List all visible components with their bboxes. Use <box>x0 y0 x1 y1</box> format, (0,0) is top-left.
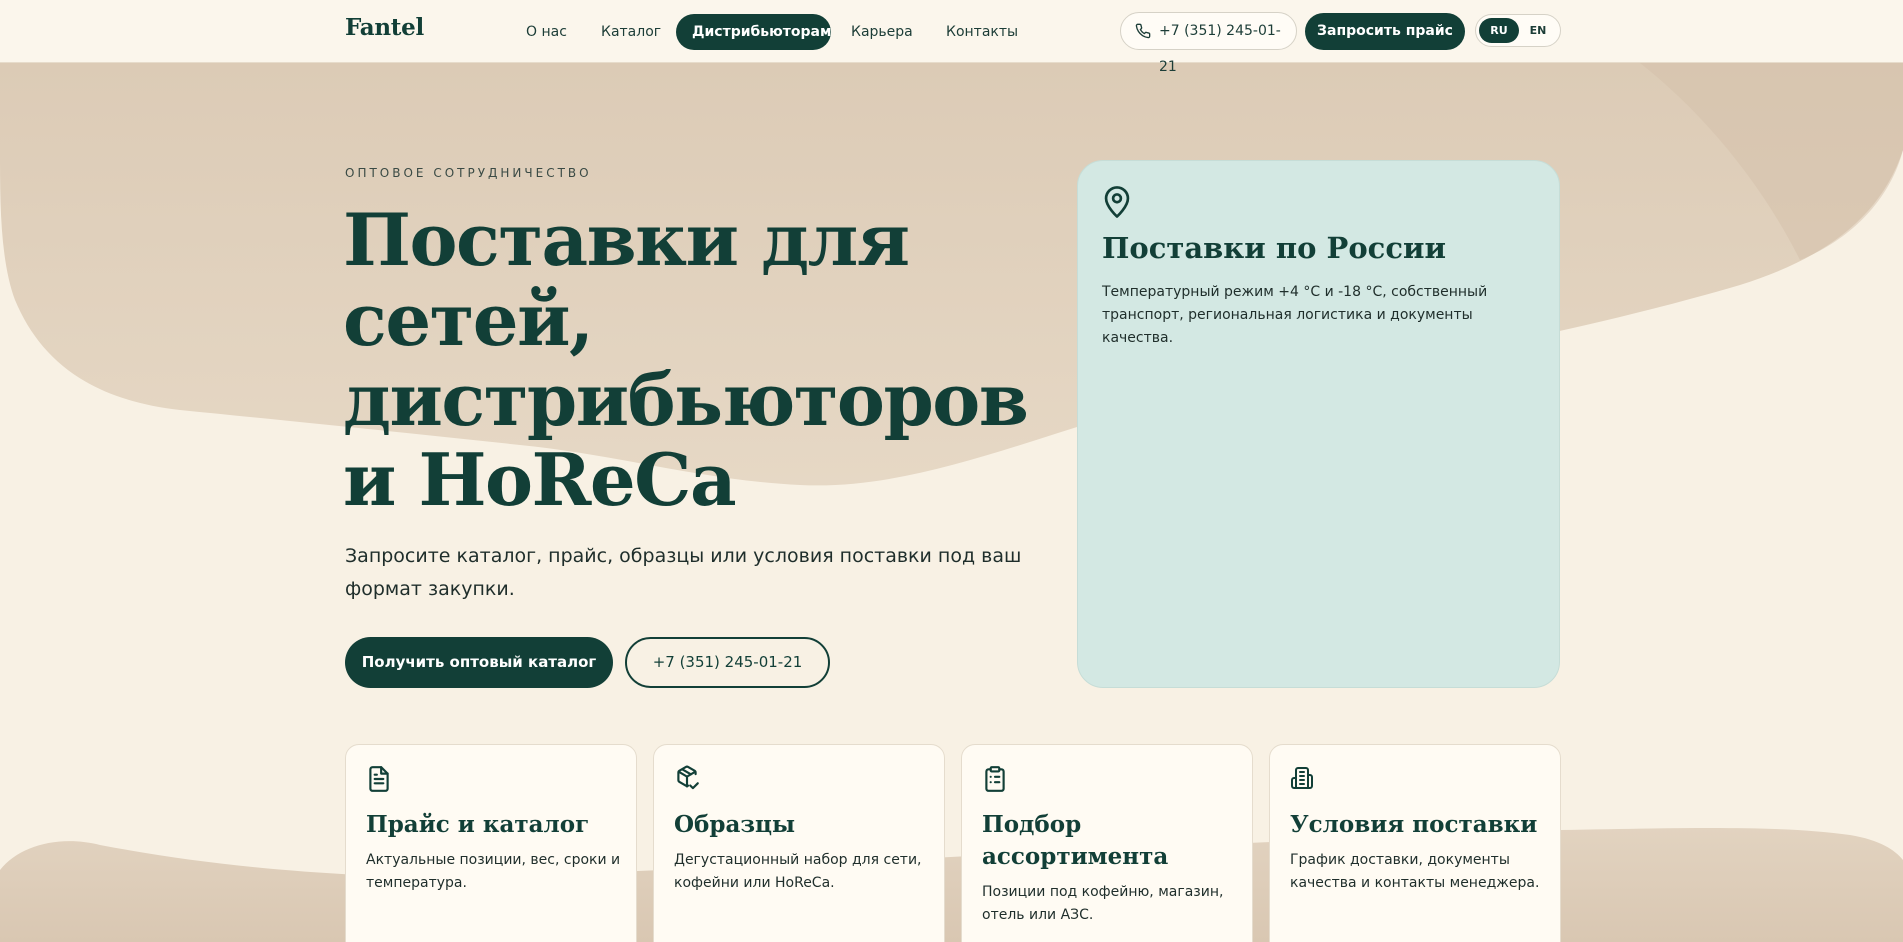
document-icon <box>369 766 389 792</box>
delivery-card: Поставки по России Температурный режим +… <box>1077 160 1560 688</box>
package-check-icon <box>677 765 699 790</box>
hero-title: Поставки для сетей, дистрибьюторов и HoR… <box>343 200 1083 520</box>
feature-text: График доставки, документы качества и ко… <box>1290 852 1540 891</box>
language-switch: RU EN <box>1475 14 1561 47</box>
feature-card-terms[interactable]: Условия поставки График доставки, докуме… <box>1269 744 1561 942</box>
feature-card-price[interactable]: Прайс и каталог Актуальные позиции, вес,… <box>345 744 637 942</box>
hero-subtitle: Запросите каталог, прайс, образцы или ус… <box>345 545 1022 600</box>
phone-icon <box>1135 23 1151 39</box>
nav-item-about[interactable]: О нас <box>510 14 583 50</box>
feature-text: Позиции под кофейню, магазин, отель или … <box>982 884 1224 923</box>
nav-item-contacts[interactable]: Контакты <box>930 14 1034 50</box>
logo[interactable]: Fantel <box>345 14 424 41</box>
feature-text: Актуальные позиции, вес, сроки и темпера… <box>366 852 621 891</box>
hero-title-line: и HoReCa <box>343 437 737 522</box>
site-header: Fantel О нас Каталог Дистрибьюторам Карь… <box>0 0 1903 75</box>
lang-ru-button[interactable]: RU <box>1479 18 1519 43</box>
clipboard-list-icon <box>985 766 1005 792</box>
nav-item-career[interactable]: Карьера <box>835 14 929 50</box>
delivery-card-text: Температурный режим +4 °C и -18 °C, собс… <box>1102 284 1488 346</box>
hero-title-line: дистрибьюторов <box>343 357 1029 442</box>
building-icon <box>1291 767 1313 789</box>
feature-card-samples[interactable]: Образцы Дегустационный набор для сети, к… <box>653 744 945 942</box>
nav-item-catalog[interactable]: Каталог <box>585 14 677 50</box>
hero-phone-button[interactable]: +7 (351) 245-01-21 <box>625 637 830 688</box>
header-phone-link[interactable]: +7 (351) 245-01-21 <box>1120 12 1297 75</box>
lang-en-button[interactable]: EN <box>1518 18 1558 43</box>
feature-title: Условия поставки <box>1290 811 1538 838</box>
feature-title: Подбор ассортимента <box>982 811 1169 870</box>
request-price-button[interactable]: Запросить прайс <box>1305 13 1465 50</box>
delivery-card-title: Поставки по России <box>1102 231 1446 265</box>
hero-title-line: сетей, <box>343 277 594 362</box>
feature-card-assortment[interactable]: Подбор ассортимента Позиции под кофейню,… <box>961 744 1253 942</box>
map-pin-icon <box>1104 186 1130 218</box>
feature-text: Дегустационный набор для сети, кофейни и… <box>674 852 922 891</box>
feature-title: Образцы <box>674 811 796 838</box>
nav-item-distributors[interactable]: Дистрибьюторам <box>676 14 831 50</box>
hero-title-line: Поставки для <box>343 197 910 282</box>
feature-title: Прайс и каталог <box>366 811 590 838</box>
get-catalog-button[interactable]: Получить оптовый каталог <box>345 637 613 688</box>
hero-eyebrow: ОПТОВОЕ СОТРУДНИЧЕСТВО <box>345 166 592 180</box>
